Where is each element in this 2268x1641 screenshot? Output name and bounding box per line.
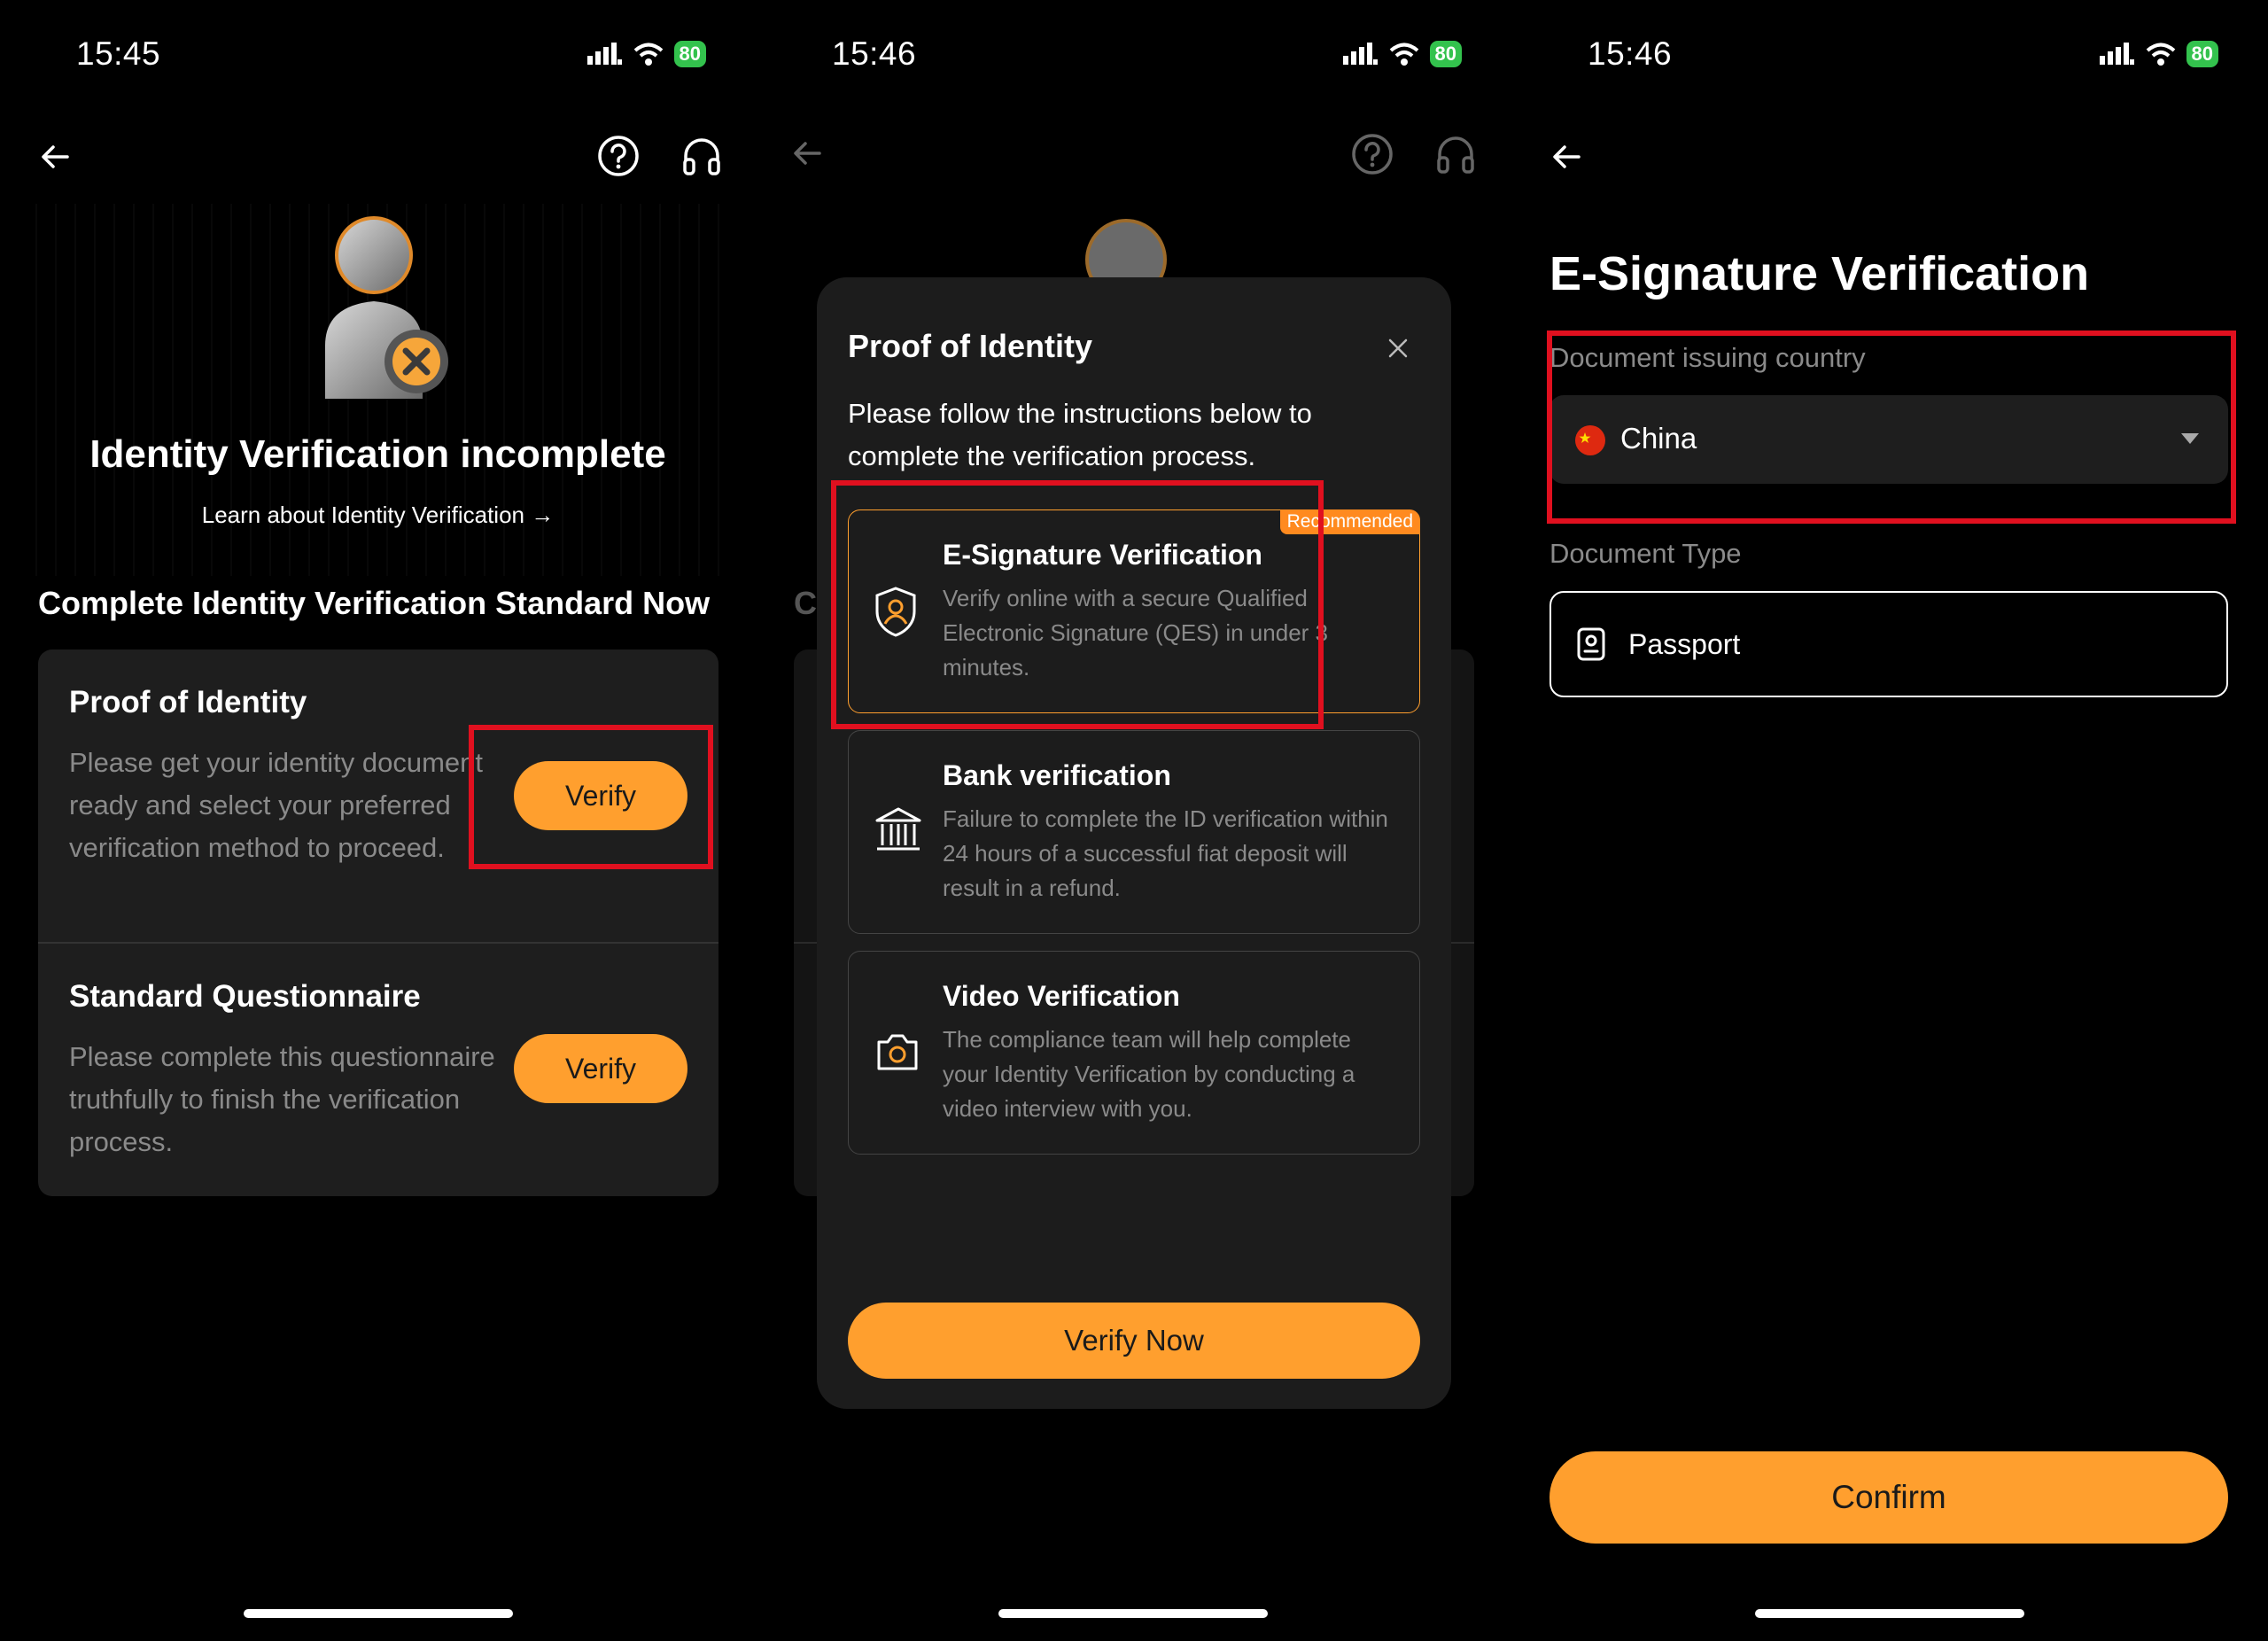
wifi-icon	[1389, 43, 1418, 66]
close-icon	[1388, 338, 1408, 358]
option-video[interactable]: Video Verification The compliance team w…	[848, 951, 1420, 1155]
card-description: Please get your identity document ready …	[69, 747, 483, 863]
arrow-right-icon: →	[531, 502, 555, 528]
home-indicator	[1755, 1609, 2024, 1618]
close-button[interactable]	[1380, 331, 1416, 366]
proof-of-identity-modal: Proof of Identity Please follow the inst…	[817, 277, 1451, 1409]
wifi-icon	[2146, 43, 2175, 66]
back-button[interactable]	[1547, 137, 1586, 176]
help-button[interactable]	[1351, 133, 1394, 180]
home-indicator	[998, 1609, 1268, 1618]
modal-instructions: Please follow the instructions below to …	[848, 398, 1312, 471]
help-button[interactable]	[595, 133, 641, 179]
status-time: 15:46	[832, 35, 917, 72]
page-title: E-Signature Verification	[1550, 247, 2090, 300]
card-title: Standard Questionnaire	[69, 979, 421, 1014]
section-heading: Complete Identity Verification Standard …	[38, 585, 711, 621]
status-bar-icons: 80	[2099, 41, 2218, 67]
doc-type-option[interactable]: Passport	[1550, 591, 2228, 697]
status-bar-icons: 80	[1342, 41, 1462, 67]
learn-link-label: Learn about Identity Verification	[201, 502, 524, 528]
screen-esignature-verification: 15:46 80 E-Signature Verification Docume…	[1511, 0, 2268, 1641]
option-bank[interactable]: Bank verification Failure to complete th…	[848, 730, 1420, 934]
card-divider	[38, 942, 718, 944]
status-bar-icons: 80	[586, 41, 706, 67]
help-circle-icon	[598, 136, 639, 176]
highlight-box	[1547, 331, 2236, 524]
screen-proof-of-identity-modal: 15:46 80 C Proof of Identity Please foll…	[756, 0, 1511, 1641]
help-circle-icon	[1352, 134, 1393, 175]
back-button[interactable]	[791, 137, 823, 174]
wifi-icon	[633, 43, 663, 66]
learn-link[interactable]: Learn about Identity Verification →	[0, 502, 756, 529]
page-title: Identity Verification incomplete	[89, 432, 666, 476]
verify-questionnaire-button[interactable]: Verify	[514, 1034, 687, 1103]
option-title: Video Verification	[943, 980, 1180, 1012]
card-title: Proof of Identity	[69, 685, 307, 719]
camera-icon	[877, 1034, 918, 1070]
passport-icon	[1577, 627, 1605, 661]
status-time: 15:45	[76, 35, 161, 72]
confirm-button[interactable]: Confirm	[1550, 1451, 2228, 1544]
screen-identity-verification: 15:45 80 Identity Verification incomplet…	[0, 0, 756, 1641]
option-title: Bank verification	[943, 759, 1171, 791]
doc-type-value: Passport	[1628, 628, 1741, 660]
signal-icon	[2099, 43, 2134, 65]
signal-icon	[586, 43, 622, 65]
battery-badge: 80	[1429, 41, 1462, 67]
user-avatar-icon	[1085, 219, 1167, 279]
modal-title: Proof of Identity	[848, 328, 1092, 364]
support-button[interactable]	[1434, 133, 1477, 180]
highlight-box	[469, 725, 713, 869]
verify-now-button[interactable]: Verify Now	[848, 1303, 1420, 1379]
arrow-left-icon	[794, 142, 821, 165]
doc-type-label: Document Type	[1550, 538, 1742, 569]
user-error-icon	[325, 216, 448, 399]
highlight-box	[831, 480, 1324, 729]
card-description: Please complete this questionnaire truth…	[69, 1041, 495, 1157]
option-description: Failure to complete the ID verification …	[943, 805, 1388, 901]
status-time: 15:46	[1588, 35, 1673, 72]
support-button[interactable]	[679, 133, 725, 179]
battery-badge: 80	[2186, 41, 2218, 67]
signal-icon	[1342, 43, 1378, 65]
option-description: The compliance team will help complete y…	[943, 1026, 1355, 1122]
section-heading-peek: C	[794, 585, 817, 621]
home-indicator	[244, 1609, 513, 1618]
battery-badge: 80	[673, 41, 706, 67]
back-button[interactable]	[35, 137, 74, 176]
headphones-icon	[683, 138, 720, 175]
arrow-left-icon	[1553, 145, 1581, 168]
headphones-icon	[1437, 136, 1474, 174]
bank-icon	[875, 807, 921, 851]
arrow-left-icon	[42, 145, 69, 168]
